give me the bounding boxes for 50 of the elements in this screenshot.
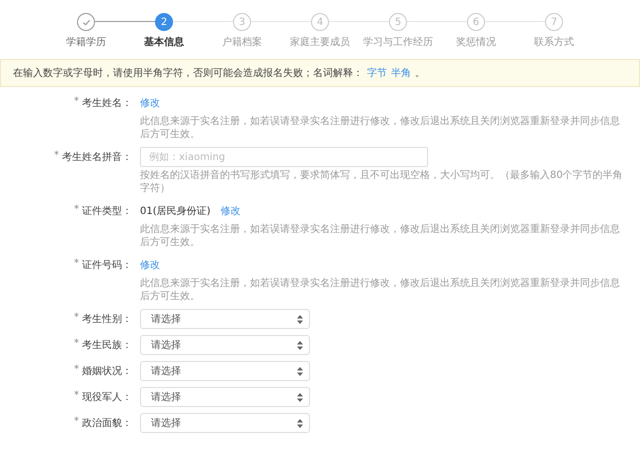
step-label: 学籍学历: [66, 36, 106, 49]
step-indicator: 4: [311, 13, 329, 31]
step-indicator: 5: [389, 13, 407, 31]
sort-arrows-icon: [297, 314, 303, 324]
check-icon: [82, 18, 90, 26]
field-label: 考生姓名拼音：: [62, 150, 132, 164]
required-mark: *: [74, 338, 79, 351]
required-mark: *: [74, 96, 79, 109]
step-label: 家庭主要成员: [290, 36, 350, 49]
field-hint: 此信息来源于实名注册，如若误请登录实名注册进行修改，修改后退出系统且关闭浏览器重新登录并同步信息后方可生效。: [140, 277, 621, 303]
required-mark: *: [74, 416, 79, 429]
field-hint: 此信息来源于实名注册，如若误请登录实名注册进行修改，修改后退出系统且关闭浏览器重新登录并同步信息后方可生效。: [140, 115, 621, 141]
sort-arrows-icon: [297, 418, 303, 428]
step-label: 基本信息: [144, 36, 184, 49]
required-mark: *: [74, 258, 79, 271]
step-label: 奖惩情况: [456, 36, 496, 49]
required-mark: *: [74, 312, 79, 325]
step-label: 学习与工作经历: [363, 36, 433, 49]
sort-arrows-icon: [297, 366, 303, 376]
select-dropdown[interactable]: 请选择: [140, 387, 310, 407]
select-dropdown[interactable]: 请选择: [140, 413, 310, 433]
field-hint: 按姓名的汉语拼音的书写形式填写，要求简体写，且不可出现空格，大小写均可。（最多输入80个字节的半角字符）: [140, 169, 624, 195]
step-indicator: 2: [155, 13, 173, 31]
field-label: 考生性别：: [82, 312, 132, 326]
required-mark: *: [74, 204, 79, 217]
field-value: 01(居民身份证): [140, 205, 211, 218]
field-hint: 此信息来源于实名注册，如若误请登录实名注册进行修改，修改后退出系统且关闭浏览器重新登录并同步信息后方可生效。: [140, 223, 621, 249]
step-label: 联系方式: [534, 36, 574, 49]
required-mark: *: [54, 150, 59, 163]
notice-text: 在输入数字或字母时，请使用半角字符，否则可能会造成报名失败；名词解释：: [13, 66, 363, 80]
required-mark: *: [74, 390, 79, 403]
select-dropdown[interactable]: 请选择: [140, 335, 310, 355]
select-dropdown[interactable]: 请选择: [140, 309, 310, 329]
sort-arrows-icon: [297, 340, 303, 350]
step-indicator: 7: [545, 13, 563, 31]
field-label: 现役军人：: [82, 391, 132, 404]
sort-arrows-icon: [297, 392, 303, 402]
field-label: 证件类型：: [82, 204, 132, 218]
field-label: 婚姻状况：: [82, 364, 132, 378]
step-label: 户籍档案: [222, 36, 262, 49]
field-label: 证件号码：: [82, 259, 132, 272]
step-indicator: 6: [467, 13, 485, 31]
required-mark: *: [74, 364, 79, 377]
select-dropdown[interactable]: 请选择: [140, 361, 310, 381]
field-label: 考生姓名：: [82, 96, 132, 110]
input-field[interactable]: 例如：xiaoming: [140, 147, 428, 167]
field-label: 政治面貌：: [82, 417, 132, 430]
notice-text: 。: [415, 67, 425, 80]
step-indicator: 3: [233, 13, 251, 31]
field-label: 考生民族：: [82, 338, 132, 352]
